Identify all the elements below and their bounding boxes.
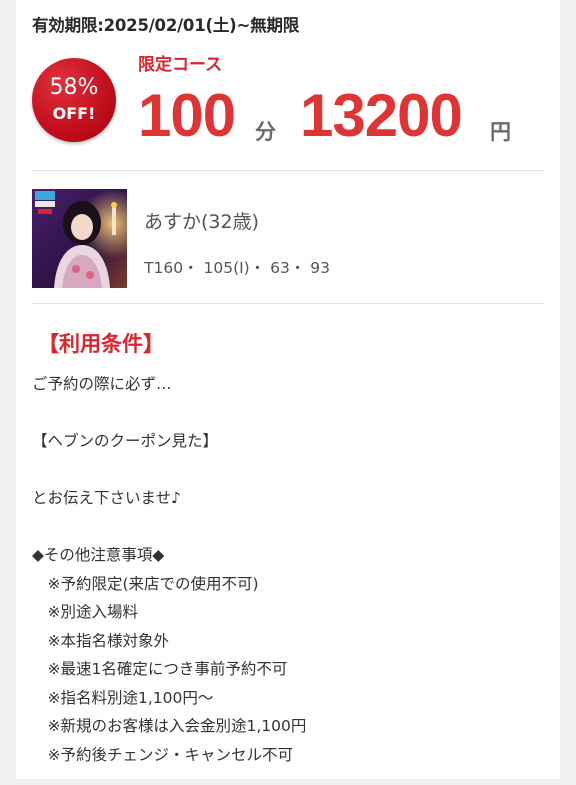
price-unit: 円 xyxy=(490,120,511,144)
conditions-title: 【利用条件】 xyxy=(38,332,164,356)
discount-off-label: OFF! xyxy=(52,104,96,123)
profile-specs: T160・ 105(I)・ 63・ 93 xyxy=(144,259,331,277)
condition-line: ※最速1名確定につき事前予約不可 xyxy=(32,660,288,678)
page-frame-bottom xyxy=(0,779,576,785)
profile-photo-graphic xyxy=(32,189,127,288)
course-label: 限定コース xyxy=(138,55,223,75)
discount-badge: 58% OFF! xyxy=(32,58,116,142)
condition-line: ※予約後チェンジ・キャンセル不可 xyxy=(32,746,294,764)
condition-line: ◆その他注意事項◆ xyxy=(32,546,165,564)
condition-line: ※指名料別途1,100円〜 xyxy=(32,689,214,707)
condition-line: ※別途入場料 xyxy=(32,603,139,621)
coupon-card: 有効期限:2025/02/01(土)~無期限 58% OFF! 限定コース 10… xyxy=(16,0,560,779)
condition-line: ※新規のお客様は入会金別途1,100円 xyxy=(32,717,307,735)
profile-name[interactable]: あすか(32歳) xyxy=(144,207,259,234)
divider xyxy=(32,303,544,304)
divider xyxy=(32,170,544,171)
condition-line: ※予約限定(来店での使用不可) xyxy=(32,575,259,593)
coupon-page: 有効期限:2025/02/01(土)~無期限 58% OFF! 限定コース 10… xyxy=(0,0,576,785)
page-frame-right xyxy=(560,0,576,785)
validity-period: 有効期限:2025/02/01(土)~無期限 xyxy=(32,16,300,35)
page-frame-left xyxy=(0,0,16,785)
condition-line: ※本指名様対象外 xyxy=(32,632,170,650)
condition-line: ご予約の際に必ず… xyxy=(32,375,172,393)
person-photo-icon[interactable] xyxy=(32,189,127,288)
course-price: 13200 xyxy=(300,82,463,149)
discount-percent: 58% xyxy=(49,75,99,100)
condition-line: 【ヘブンのクーポン見た】 xyxy=(32,432,219,450)
condition-line: とお伝え下さいませ♪ xyxy=(32,489,181,507)
course-minutes: 100 xyxy=(138,82,236,149)
minutes-unit: 分 xyxy=(255,120,276,144)
